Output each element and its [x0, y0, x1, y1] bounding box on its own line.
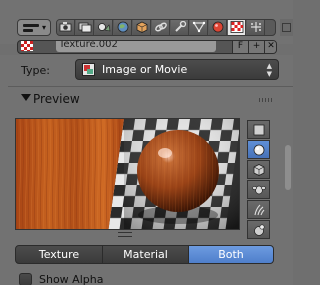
texture-type-value: Image or Movie — [102, 63, 188, 76]
texture-preview-image — [15, 118, 240, 230]
texture-name-field[interactable]: Texture.002 — [56, 41, 216, 52]
dropdown-arrows-icon: ▲ ▼ — [266, 62, 272, 78]
show-alpha-checkbox[interactable] — [19, 273, 32, 285]
divider — [8, 86, 293, 87]
texture-thumbnail-icon[interactable] — [21, 41, 33, 51]
modifiers-icon[interactable] — [171, 20, 189, 35]
monkey-icon[interactable] — [247, 180, 270, 199]
world-sphere-icon[interactable] — [247, 220, 270, 239]
mode-texture-button[interactable]: Texture — [15, 245, 103, 264]
close-icon[interactable]: ✕ — [264, 41, 276, 53]
new-datablock-icon[interactable]: + — [248, 41, 264, 53]
show-alpha-label: Show Alpha — [39, 273, 104, 285]
particles-icon[interactable] — [247, 20, 265, 35]
texture-properties-panel: Type: Image or Movie ▲ ▼ Preview Texture… — [0, 55, 293, 285]
mode-both-button[interactable]: Both — [188, 245, 274, 264]
texture-datablock-selector: Texture.002 F + ✕ — [17, 40, 277, 54]
cube-icon[interactable] — [247, 160, 270, 179]
plane-icon[interactable] — [247, 120, 270, 139]
grip-icon — [282, 23, 291, 32]
type-label: Type: — [21, 64, 50, 77]
render-icon[interactable] — [57, 20, 75, 35]
fake-user-icon[interactable]: F — [232, 41, 248, 53]
mode-material-button[interactable]: Material — [102, 245, 189, 264]
image-texture-icon — [82, 63, 95, 76]
panel-drag-grip[interactable] — [259, 98, 273, 102]
region-grip[interactable] — [280, 19, 293, 36]
panel-scrollbar[interactable] — [285, 145, 291, 190]
properties-editor-icon — [23, 24, 39, 27]
mesh-data-icon[interactable] — [190, 20, 208, 35]
preview-resize-grip[interactable] — [118, 232, 132, 237]
constraints-icon[interactable] — [152, 20, 170, 35]
context-tabs — [56, 19, 276, 36]
world-icon[interactable] — [114, 20, 132, 35]
material-icon[interactable] — [209, 20, 227, 35]
editor-type-selector[interactable]: ▾ — [17, 19, 51, 36]
sphere-icon[interactable] — [247, 140, 270, 159]
render-layers-icon[interactable] — [76, 20, 94, 35]
preview-panel-title: Preview — [33, 92, 80, 106]
object-icon[interactable] — [133, 20, 151, 35]
properties-header: ▾ — [0, 0, 293, 44]
preview-mode-selector: Texture Material Both — [15, 245, 274, 264]
chevron-down-icon: ▾ — [41, 23, 46, 32]
properties-editor-icon-line — [23, 29, 33, 32]
hair-icon[interactable] — [247, 200, 270, 219]
scene-icon[interactable] — [95, 20, 113, 35]
texture-icon[interactable] — [228, 20, 246, 35]
texture-type-dropdown[interactable]: Image or Movie ▲ ▼ — [75, 59, 279, 80]
collapse-triangle-icon[interactable] — [21, 94, 31, 101]
preview-panel-header[interactable]: Preview — [0, 88, 285, 110]
